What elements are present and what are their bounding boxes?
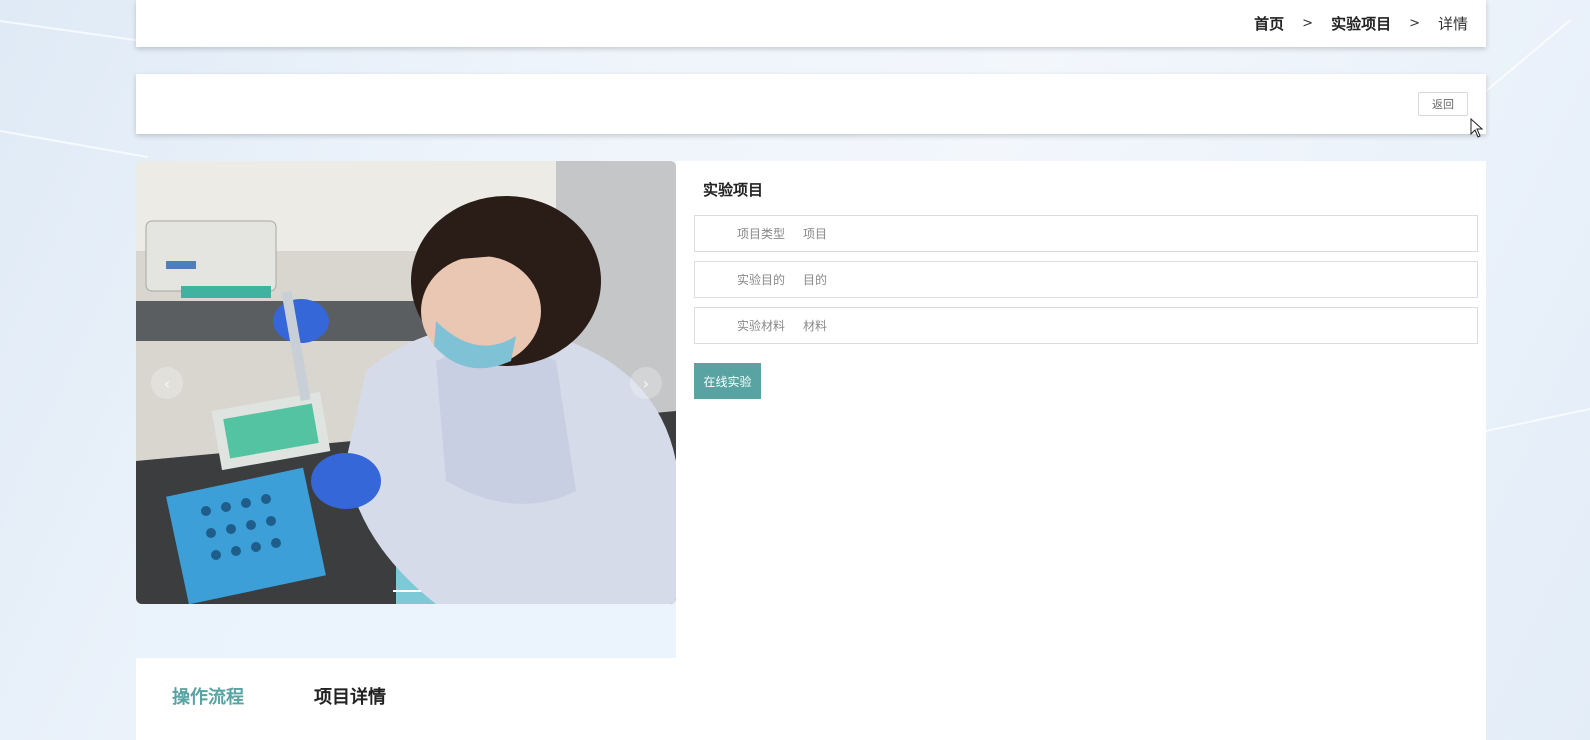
mouse-cursor-icon: [1470, 118, 1484, 138]
tabs-area: 操作流程 项目详情: [136, 658, 1486, 740]
info-value: 项目: [803, 227, 828, 241]
project-detail-panel: 实验项目 项目类型 项目 实验目的 目的 实验材料 材料 在线实验: [676, 161, 1486, 658]
carousel-footer-space: [136, 604, 676, 658]
breadcrumb: 首页 > 实验项目 > 详情: [1254, 13, 1468, 34]
breadcrumb-current: 详情: [1437, 15, 1468, 33]
carousel-indicator[interactable]: [393, 590, 421, 592]
carousel-prev-icon[interactable]: ‹: [151, 367, 183, 399]
info-value: 目的: [803, 273, 828, 287]
info-row-type: 项目类型 项目: [694, 215, 1478, 252]
info-label: 实验材料: [736, 319, 785, 333]
info-row-purpose: 实验目的 目的: [694, 261, 1478, 298]
background-streak: [0, 130, 148, 159]
image-carousel[interactable]: ‹ ›: [136, 161, 676, 604]
online-experiment-button[interactable]: 在线实验: [694, 363, 761, 399]
back-button[interactable]: 返回: [1418, 92, 1468, 116]
breadcrumb-home-link[interactable]: 首页: [1254, 13, 1284, 34]
info-value: 材料: [803, 319, 828, 333]
breadcrumb-separator: >: [1302, 16, 1314, 31]
info-row-materials: 实验材料 材料: [694, 307, 1478, 344]
background-streak: [0, 20, 139, 42]
background-streak: [1485, 19, 1571, 92]
tab-operation-process[interactable]: 操作流程: [172, 683, 244, 709]
info-label: 项目类型: [736, 227, 785, 241]
tab-project-details[interactable]: 项目详情: [314, 683, 386, 709]
breadcrumb-separator: >: [1409, 16, 1420, 31]
header-bar: 首页 > 实验项目 > 详情: [136, 0, 1486, 47]
panel-title: 实验项目: [703, 181, 764, 199]
lab-photo-icon: [136, 161, 676, 604]
action-bar: 返回: [136, 74, 1486, 134]
info-label: 实验目的: [736, 273, 785, 287]
carousel-next-icon[interactable]: ›: [630, 367, 662, 399]
breadcrumb-section-link[interactable]: 实验项目: [1331, 13, 1391, 34]
background-streak: [1485, 407, 1590, 432]
